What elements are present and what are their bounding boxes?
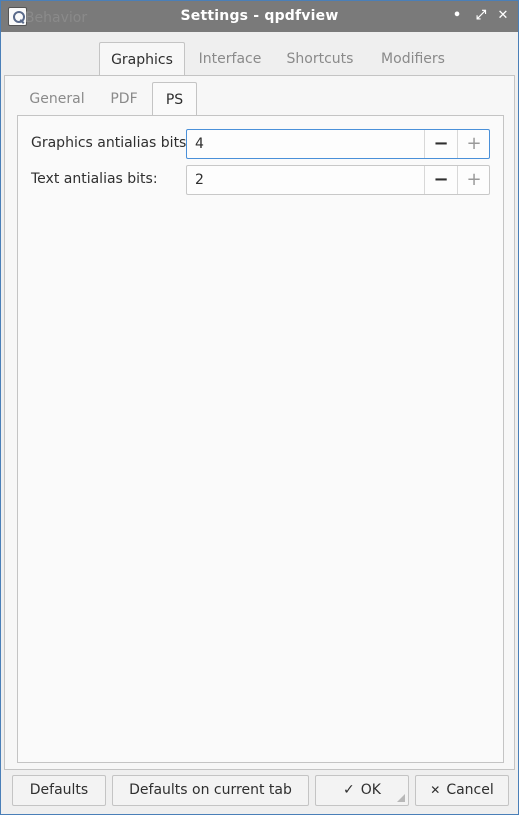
- tab-graphics[interactable]: Graphics: [99, 42, 185, 77]
- tab-ps[interactable]: PS: [152, 82, 197, 117]
- cancel-label: Cancel: [446, 782, 494, 798]
- ps-tab-panel: [17, 115, 504, 763]
- ok-button[interactable]: ✓ OK: [315, 775, 409, 806]
- tab-modifiers[interactable]: Modifiers: [367, 42, 459, 76]
- defaults-current-tab-button[interactable]: Defaults on current tab: [112, 775, 309, 806]
- graphics-antialias-label: Graphics antialias bits:: [31, 135, 192, 151]
- check-icon: ✓: [343, 782, 355, 798]
- tab-general[interactable]: General: [19, 82, 95, 116]
- x-icon: ✕: [430, 783, 441, 797]
- text-antialias-input[interactable]: [187, 166, 424, 194]
- tab-shortcuts[interactable]: Shortcuts: [275, 42, 365, 76]
- resize-grip-icon[interactable]: [397, 794, 405, 802]
- tab-interface[interactable]: Interface: [187, 42, 273, 76]
- defaults-button[interactable]: Defaults: [12, 775, 106, 806]
- cancel-button[interactable]: ✕ Cancel: [415, 775, 509, 806]
- graphics-antialias-input[interactable]: [187, 130, 424, 158]
- maximize-icon[interactable]: ⤢: [473, 8, 489, 24]
- text-antialias-increment-button[interactable]: +: [457, 166, 490, 194]
- tab-behavior[interactable]: Behavior: [13, 1, 99, 35]
- minimize-icon[interactable]: •: [449, 8, 465, 24]
- settings-window: Settings - qpdfview • ⤢ ✕ Behavior Graph…: [0, 0, 519, 815]
- text-antialias-label: Text antialias bits:: [31, 171, 158, 187]
- graphics-antialias-decrement-button[interactable]: −: [424, 130, 457, 158]
- text-antialias-decrement-button[interactable]: −: [424, 166, 457, 194]
- graphics-antialias-increment-button[interactable]: +: [457, 130, 490, 158]
- ok-label: OK: [360, 782, 381, 798]
- text-antialias-spinbox[interactable]: − +: [186, 165, 490, 195]
- tab-pdf[interactable]: PDF: [97, 82, 151, 116]
- close-icon[interactable]: ✕: [495, 8, 511, 24]
- graphics-antialias-spinbox[interactable]: − +: [186, 129, 490, 159]
